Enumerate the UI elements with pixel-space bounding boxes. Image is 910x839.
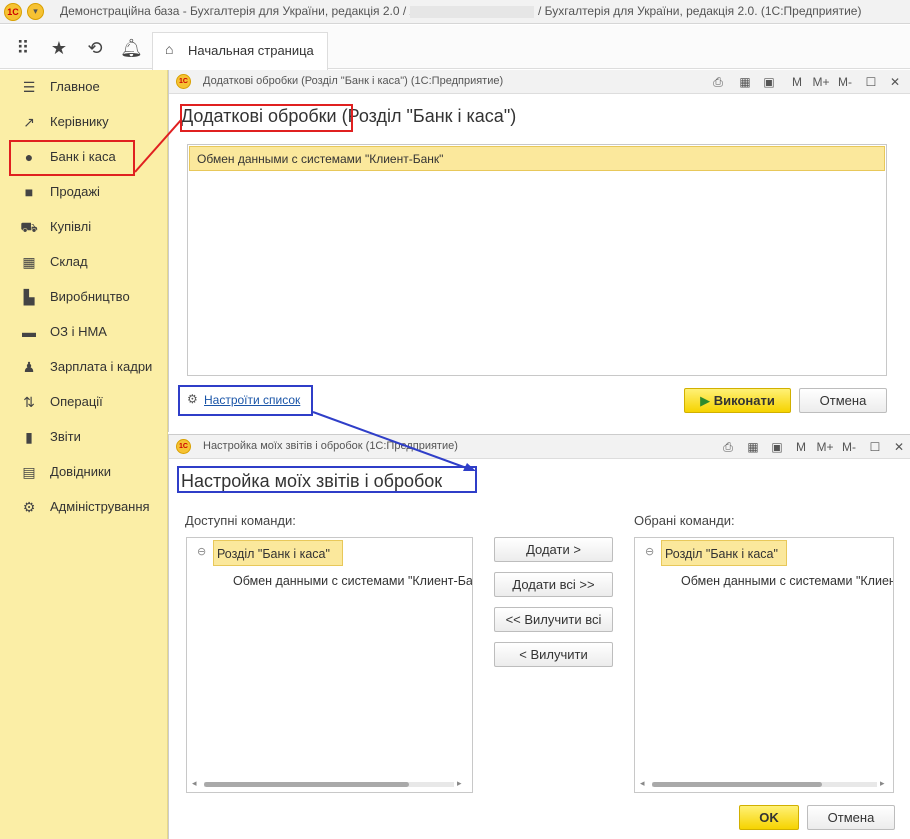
annotation-arrow-red [134, 119, 182, 173]
annotation-arrows [134, 119, 476, 471]
annotation-arrow-blue [312, 411, 473, 471]
